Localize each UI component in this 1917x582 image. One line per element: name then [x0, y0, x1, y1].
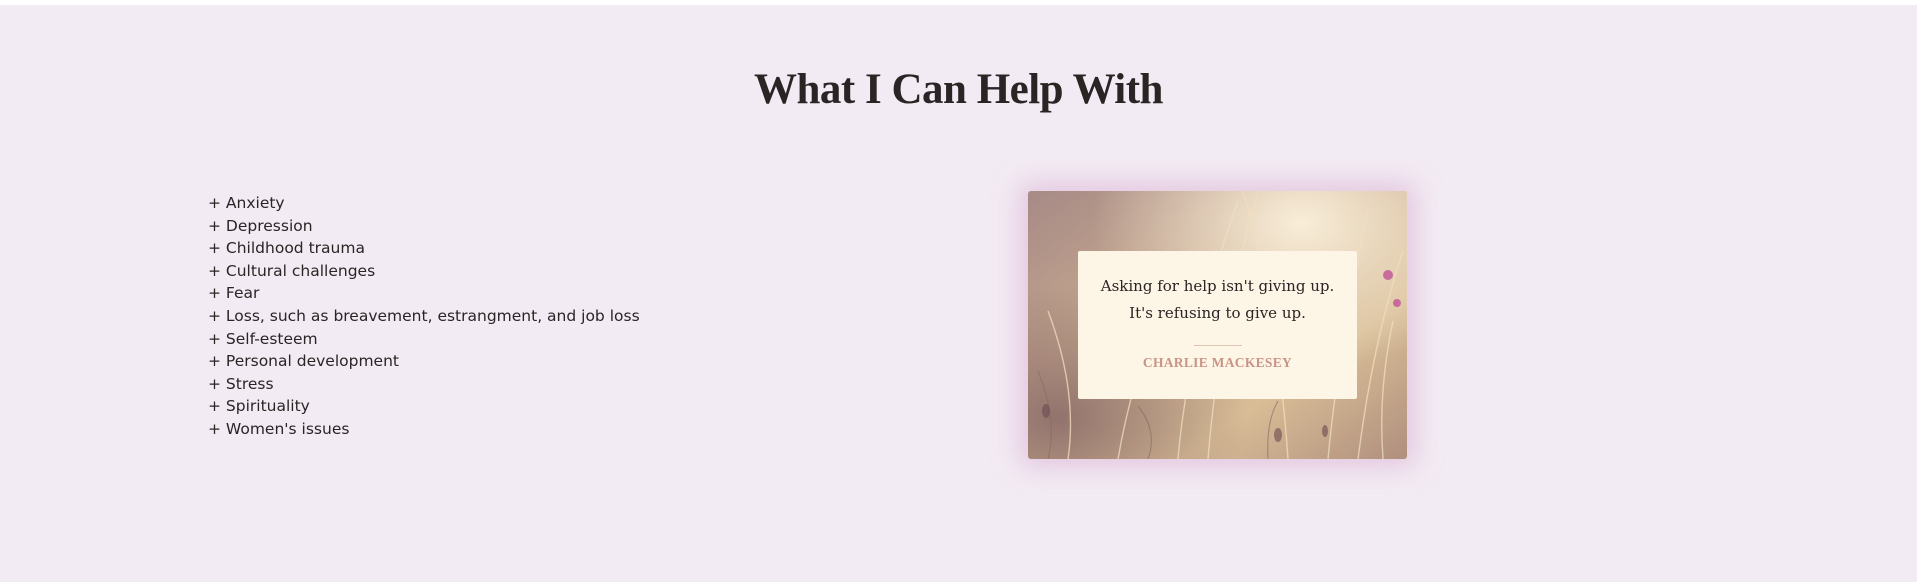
list-item: + Childhood trauma	[208, 239, 365, 258]
quote-card: Asking for help isn't giving up. It's re…	[1028, 191, 1407, 459]
quote-author: CHARLIE MACKESEY	[1142, 355, 1293, 370]
quote-line-1: Asking for help isn't giving up.	[1100, 277, 1335, 295]
topics-list: + Anxiety + Depression + Childhood traum…	[208, 192, 640, 441]
list-item: + Cultural challenges	[208, 261, 376, 280]
quote-line-2: It's refusing to give up.	[1129, 304, 1306, 322]
list-item: + Anxiety	[208, 194, 285, 212]
quote-box: Asking for help isn't giving up. It's re…	[1078, 251, 1357, 399]
list-item: + Self-esteem	[208, 329, 318, 348]
quote-divider	[1194, 345, 1242, 346]
list-item: + Spirituality	[208, 397, 310, 416]
list-item: + Personal development	[208, 352, 399, 371]
list-item: + Depression	[208, 216, 313, 235]
list-item: + Women's issues	[208, 419, 350, 438]
section-title: What I Can Help With	[754, 66, 1163, 113]
quote-text: Asking for help isn't giving up. It's re…	[1078, 273, 1357, 327]
top-strip	[0, 0, 1917, 5]
list-item: + Loss, such as breavement, estrangment,…	[208, 306, 640, 325]
list-item: + Stress	[208, 374, 274, 393]
list-item: + Fear	[208, 284, 260, 303]
